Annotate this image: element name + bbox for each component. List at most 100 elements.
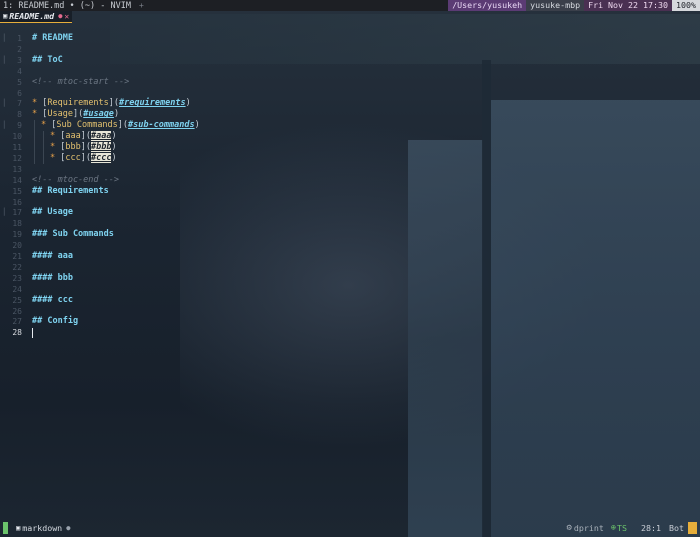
line-number: 11: [12, 143, 22, 152]
link-text: aaa: [65, 131, 81, 142]
line-content: * [Sub Commands](#sub-commands): [34, 120, 200, 132]
indent-guide: [34, 131, 35, 143]
line-content: * [Requirements](#requirements): [32, 98, 191, 109]
editor-line[interactable]: 13: [0, 164, 700, 175]
editor-line[interactable]: 23 #### bbb: [0, 273, 700, 284]
editor-line[interactable]: 14 <!-- mtoc-end -->: [0, 175, 700, 186]
line-number: 14: [12, 175, 22, 185]
editor-line[interactable]: │ 7 * [Requirements](#requirements): [0, 98, 700, 109]
line-number: 1: [17, 34, 22, 43]
editor-line[interactable]: 28: [0, 327, 700, 339]
check-circle-icon: ⊕: [610, 523, 617, 533]
editor-line[interactable]: 24: [0, 284, 700, 295]
link-anchor[interactable]: #sub-commands: [128, 120, 195, 130]
line-number: 22: [12, 262, 22, 272]
line-content: #### bbb: [32, 272, 73, 283]
mode-indicator: [3, 522, 8, 534]
line-content: <!-- mtoc-start -->: [32, 76, 130, 87]
new-tab-button[interactable]: +: [139, 1, 144, 10]
editor-line[interactable]: 18: [0, 218, 700, 229]
line-number: 27: [12, 317, 22, 327]
list-bullet: *: [41, 120, 47, 131]
buffer-tab-name: README.md: [9, 11, 55, 21]
line-content: ## Usage: [32, 207, 73, 218]
modified-dot: ●: [66, 524, 71, 532]
line-number: 4: [17, 66, 22, 76]
line-content: <!-- mtoc-end -->: [32, 174, 119, 185]
editor-line[interactable]: 5 <!-- mtoc-start -->: [0, 77, 700, 88]
bracket: ): [185, 98, 191, 109]
link-text: Sub Commands: [56, 120, 118, 131]
line-number: 8: [17, 110, 22, 120]
list-bullet: *: [32, 98, 38, 109]
editor-line[interactable]: 12 * [ccc](#ccc): [0, 152, 700, 164]
bracket: ](: [80, 131, 91, 142]
link-anchor[interactable]: #bbb: [90, 142, 112, 152]
line-number: 19: [12, 230, 22, 240]
line-number: 24: [12, 284, 22, 294]
scroll-position: Bot: [669, 523, 684, 533]
editor-line[interactable]: 2: [0, 44, 700, 55]
editor-line[interactable]: │ 1 # README: [0, 33, 700, 44]
mode-indicator-right: [688, 522, 697, 534]
link-anchor[interactable]: #requirements: [119, 98, 186, 108]
battery-segment: 100%: [672, 0, 700, 11]
line-number: 5: [17, 77, 22, 87]
editor-line[interactable]: 16: [0, 197, 700, 208]
bracket: ](: [80, 142, 91, 152]
line-number: 13: [12, 164, 22, 174]
editor-line[interactable]: 19 ### Sub Commands: [0, 229, 700, 240]
line-number: 17: [12, 208, 22, 218]
link-text: ccc: [65, 152, 81, 163]
indent-guide: [34, 142, 35, 153]
bracket: ](: [117, 120, 129, 131]
close-icon[interactable]: ✕: [64, 12, 69, 21]
link-anchor[interactable]: #aaa: [90, 131, 112, 142]
editor-line[interactable]: 6: [0, 88, 700, 99]
editor-line[interactable]: 15 ## Requirements: [0, 186, 700, 197]
lsp-client-label: dprint: [573, 523, 604, 533]
editor-line[interactable]: 11 * [bbb](#bbb): [0, 142, 700, 153]
bracket: ): [111, 142, 117, 152]
line-content: ## ToC: [32, 54, 63, 65]
line-number: 28: [12, 328, 22, 338]
link-anchor[interactable]: #ccc: [90, 152, 112, 163]
bracket: ): [111, 152, 117, 163]
line-number: 12: [12, 153, 22, 163]
buffer-tabline: ▣ README.md ● ✕: [0, 10, 700, 23]
editor-line[interactable]: │ 17 ## Usage: [0, 207, 700, 218]
link-anchor[interactable]: #usage: [83, 109, 114, 119]
tmux-status-right: /Users/yusukeh yusuke-mbp Fri Nov 22 17:…: [448, 0, 700, 11]
text-cursor: [32, 328, 33, 339]
editor-line[interactable]: 20: [0, 240, 700, 251]
buffer-tab-readme[interactable]: ▣ README.md ● ✕: [0, 10, 73, 23]
line-number: 20: [12, 241, 22, 251]
bracket: ](: [72, 109, 84, 120]
editor-line[interactable]: 27 ## Config: [0, 316, 700, 327]
markdown-icon: ▣: [3, 12, 8, 20]
line-number: 21: [12, 252, 22, 261]
line-content: * [bbb](#bbb): [34, 142, 117, 153]
line-number: 6: [17, 88, 22, 98]
editor-line[interactable]: 22: [0, 262, 700, 273]
line-number: 18: [12, 219, 22, 229]
bracket: ](: [108, 98, 120, 109]
statusline: ▣ markdown ● ⚙ dprint ⊕ TS 28:1 Bot: [0, 521, 700, 535]
editor-line[interactable]: 10 * [aaa](#aaa): [0, 131, 700, 143]
cursor-position: 28:1: [641, 523, 661, 533]
filetype-label: markdown: [22, 523, 63, 533]
line-number: 23: [12, 273, 22, 283]
window-title: 1: README.md • (~) - NVIM: [3, 0, 131, 11]
editor-line[interactable]: │ 3 ## ToC: [0, 55, 700, 66]
editor-line[interactable]: 21 #### aaa: [0, 251, 700, 262]
editor-line[interactable]: 25 #### ccc: [0, 295, 700, 306]
editor-line[interactable]: 4: [0, 66, 700, 77]
editor-line[interactable]: 26: [0, 306, 700, 317]
bracket: ): [111, 131, 117, 142]
indent-guide: [34, 152, 35, 164]
line-number: 10: [12, 132, 22, 142]
line-content: * [aaa](#aaa): [34, 131, 117, 143]
editor-line[interactable]: │ 9 * [Sub Commands](#sub-commands): [0, 120, 700, 132]
line-number: 2: [17, 44, 22, 54]
editor-line[interactable]: 8 * [Usage](#usage): [0, 109, 700, 120]
